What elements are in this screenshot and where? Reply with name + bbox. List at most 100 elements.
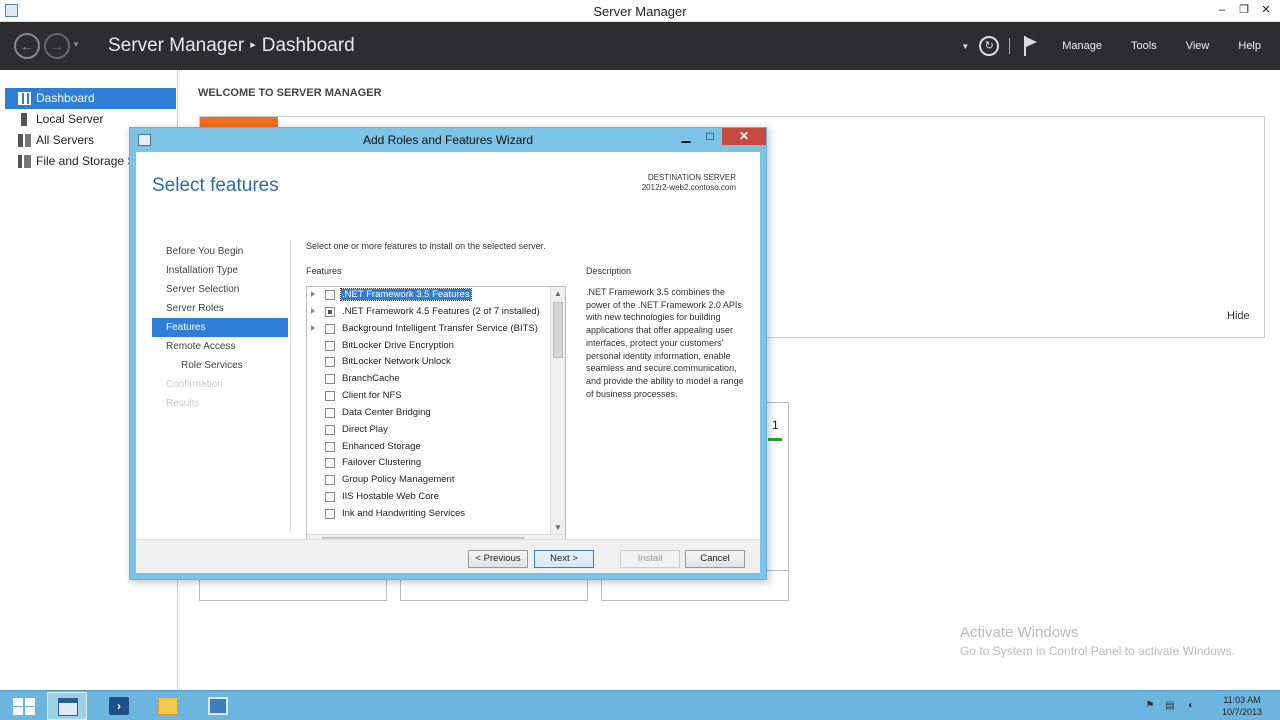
taskbar-powershell[interactable]: ›	[99, 692, 139, 720]
feature-row[interactable]: Data Center Bridging	[307, 405, 550, 422]
feature-checkbox[interactable]	[325, 492, 335, 503]
expand-arrow-icon[interactable]	[311, 291, 315, 297]
feature-checkbox[interactable]	[325, 340, 335, 351]
feature-checkbox[interactable]	[325, 475, 335, 486]
feature-row[interactable]: BitLocker Network Unlock	[307, 354, 550, 371]
menu-manage[interactable]: Manage	[1062, 40, 1102, 52]
sidebar-item-label: Dashboard	[36, 91, 95, 105]
sidebar-item-dashboard[interactable]: Dashboard	[5, 88, 176, 109]
refresh-icon[interactable]: ↻	[979, 36, 1000, 56]
feature-row[interactable]: Enhanced Storage	[307, 439, 550, 456]
dialog-minimize-icon[interactable]: ▁	[674, 128, 698, 145]
description-text: .NET Framework 3.5 combines the power of…	[586, 287, 744, 399]
step-remote-access[interactable]: Remote Access	[152, 337, 288, 356]
feature-row[interactable]: BitLocker Drive Encryption	[307, 338, 550, 355]
expand-arrow-icon[interactable]	[311, 307, 315, 314]
tile-count: 1	[772, 418, 779, 432]
vertical-scrollbar[interactable]: ▲ ▼	[550, 287, 565, 535]
server-icon	[21, 113, 27, 126]
breadcrumb-page: Dashboard	[261, 35, 355, 56]
step-installation-type[interactable]: Installation Type	[152, 261, 288, 280]
page-title: Select features	[152, 175, 279, 196]
remote-desktop-icon	[208, 697, 228, 715]
chevron-down-icon[interactable]: ▼	[961, 42, 969, 51]
feature-row[interactable]: Group Policy Management	[307, 472, 550, 489]
feature-label: Background Intelligent Transfer Service …	[342, 322, 538, 334]
feature-label: Ink and Handwriting Services	[342, 507, 466, 519]
step-role-services[interactable]: Role Services	[152, 356, 288, 375]
step-features[interactable]: Features	[152, 318, 288, 337]
feature-checkbox[interactable]	[325, 323, 335, 334]
cancel-button[interactable]: Cancel	[685, 550, 745, 568]
feature-row[interactable]: BranchCache	[307, 371, 550, 388]
description-heading: Description	[586, 266, 632, 276]
step-confirmation: Confirmation	[166, 379, 223, 390]
add-roles-wizard-dialog: Add Roles and Features Wizard ▁ □ ✕ Sele…	[129, 127, 767, 580]
feature-checkbox[interactable]	[325, 391, 335, 402]
hide-welcome-link[interactable]: Hide	[1227, 310, 1250, 322]
expand-arrow-icon[interactable]	[311, 324, 315, 331]
features-heading: Features	[306, 266, 342, 276]
taskbar-server-manager[interactable]	[47, 692, 87, 720]
install-button: Install	[620, 550, 680, 568]
feature-checkbox[interactable]	[325, 407, 335, 418]
menu-tools[interactable]: Tools	[1131, 40, 1157, 52]
quick-start-tab[interactable]	[200, 117, 278, 127]
scroll-thumb[interactable]	[553, 302, 563, 358]
feature-row[interactable]: Failover Clustering	[307, 455, 550, 472]
step-results: Results	[166, 398, 200, 409]
back-arrow-icon[interactable]: ←	[14, 33, 40, 59]
start-button-icon[interactable]	[13, 698, 35, 715]
notifications-flag-icon[interactable]	[1024, 36, 1038, 56]
feature-checkbox[interactable]	[325, 306, 335, 317]
feature-row[interactable]: Background Intelligent Transfer Service …	[307, 321, 550, 338]
clock-date: 10/7/2013	[1221, 707, 1263, 717]
feature-checkbox[interactable]	[325, 374, 335, 385]
dialog-maximize-icon[interactable]: □	[698, 128, 722, 145]
feature-label: Failover Clustering	[342, 457, 422, 469]
system-tray: ⚑ ▤ ◖ 11:03 AM 10/7/2013	[1144, 691, 1280, 720]
feature-checkbox[interactable]	[325, 508, 335, 519]
taskbar: › ⚑ ▤ ◖ 11:03 AM 10/7/2013	[0, 690, 1280, 720]
feature-checkbox[interactable]	[325, 357, 335, 368]
feature-row[interactable]: IIS Hostable Web Core	[307, 489, 550, 506]
next-button[interactable]: Next >	[534, 550, 594, 568]
previous-button[interactable]: < Previous	[468, 550, 528, 568]
forward-arrow-icon[interactable]: →	[44, 33, 70, 59]
restore-icon[interactable]: ❐	[1236, 3, 1252, 17]
scroll-down-icon[interactable]: ▼	[551, 521, 565, 535]
feature-row[interactable]: .NET Framework 3.5 Features	[307, 287, 550, 304]
breadcrumb-root[interactable]: Server Manager	[108, 35, 244, 56]
minimize-icon[interactable]: ‒	[1214, 3, 1230, 17]
status-ok-bar	[768, 438, 782, 441]
history-dropdown-icon[interactable]: ▼	[72, 40, 80, 49]
feature-row[interactable]: .NET Framework 4.5 Features (2 of 7 inst…	[307, 304, 550, 321]
feature-label: Group Policy Management	[342, 474, 455, 486]
action-center-icon[interactable]: ⚑	[1144, 700, 1156, 712]
taskbar-remote-desktop[interactable]	[198, 692, 238, 720]
feature-row[interactable]: Direct Play	[307, 422, 550, 439]
feature-row[interactable]: Ink and Handwriting Services	[307, 506, 550, 523]
dialog-close-icon[interactable]: ✕	[722, 128, 766, 145]
feature-label: IIS Hostable Web Core	[342, 491, 439, 503]
menu-view[interactable]: View	[1186, 40, 1210, 52]
breadcrumb-separator-icon: ▸	[250, 39, 256, 51]
feature-checkbox[interactable]	[325, 458, 335, 469]
features-rows: .NET Framework 3.5 Features .NET Framewor…	[307, 287, 550, 535]
feature-row[interactable]: Client for NFS	[307, 388, 550, 405]
scroll-up-icon[interactable]: ▲	[551, 287, 565, 301]
volume-icon[interactable]: ◖	[1184, 700, 1196, 712]
taskbar-explorer[interactable]	[148, 692, 188, 720]
feature-label: BranchCache	[342, 373, 400, 385]
feature-checkbox[interactable]	[325, 441, 335, 452]
feature-checkbox[interactable]	[325, 424, 335, 435]
step-before-you-begin[interactable]: Before You Begin	[152, 242, 288, 261]
clock[interactable]: 11:03 AM 10/7/2013	[1204, 694, 1280, 718]
step-server-selection[interactable]: Server Selection	[152, 280, 288, 299]
menu-help[interactable]: Help	[1238, 40, 1261, 52]
steps-divider	[290, 240, 291, 532]
feature-checkbox[interactable]	[325, 290, 335, 300]
step-server-roles[interactable]: Server Roles	[152, 299, 288, 318]
network-icon[interactable]: ▤	[1164, 700, 1176, 712]
close-icon[interactable]: ✕	[1258, 3, 1274, 17]
